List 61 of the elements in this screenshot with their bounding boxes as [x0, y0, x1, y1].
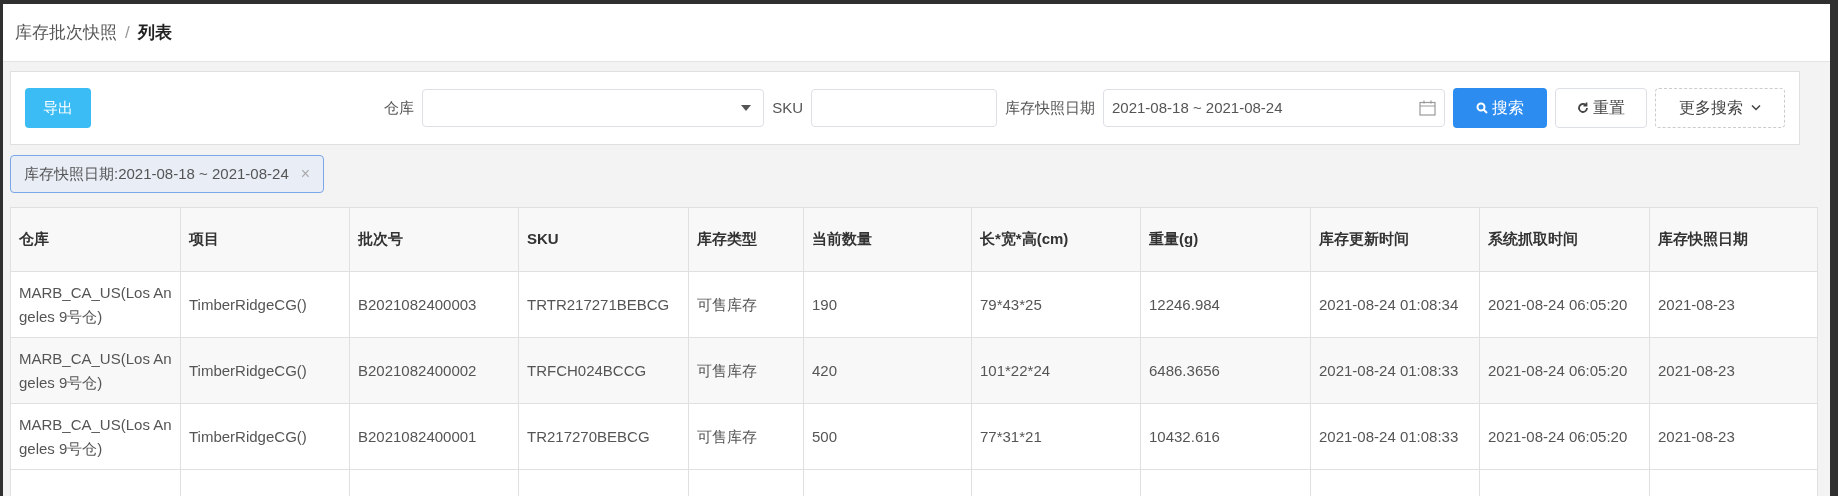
table-cell: 2021-08-24 01:08:33 — [1310, 403, 1480, 470]
filter-label: SKU — [772, 97, 803, 118]
table-cell: 77*31*21 — [971, 403, 1141, 470]
reset-button[interactable]: 重置 — [1555, 88, 1647, 128]
table-cell: TimberRidgeCG() — [180, 337, 350, 404]
filter-tag-label: 库存快照日期:2021-08-18 ~ 2021-08-24 — [24, 163, 289, 184]
column-header: 库存更新时间 — [1310, 207, 1480, 272]
table-cell: MARB_CA_US(Los Angeles 9号仓) — [10, 403, 181, 470]
table-cell: B2021082400003 — [349, 271, 519, 338]
column-header: 长*宽*高(cm) — [971, 207, 1141, 272]
column-header: 当前数量 — [803, 207, 972, 272]
table-cell: TRTR217271BEBCG — [518, 271, 689, 338]
more-search-button[interactable]: 更多搜索 — [1655, 88, 1785, 128]
table-cell: 2021-08-24 06:05:20 — [1479, 337, 1650, 404]
table-cell: 可售库存 — [688, 271, 804, 338]
table-cell: 2021-08-24 06:05:20 — [1479, 403, 1650, 470]
table-cell: TimberRidgeCG() — [180, 271, 350, 338]
column-header: 仓库 — [10, 207, 181, 272]
filter-label: 库存快照日期 — [1005, 97, 1095, 118]
filter-label: 仓库 — [384, 97, 415, 118]
table-cell: TimberRidgeCG() — [180, 403, 350, 470]
column-header: 项目 — [180, 207, 350, 272]
table-cell: 79*43*25 — [971, 271, 1141, 338]
table-cell: 可售库存 — [688, 337, 804, 404]
table-cell: 可售库存 — [688, 403, 804, 470]
breadcrumb-link[interactable]: 库存批次快照 — [15, 19, 117, 46]
table-cell: B2021082400002 — [349, 337, 519, 404]
refresh-icon — [1577, 102, 1589, 114]
table-cell: 2021-08-23 — [1649, 403, 1818, 470]
table-cell: 2021-08-23 — [1649, 271, 1818, 338]
table-cell: 12246.984 — [1140, 271, 1311, 338]
table-cell: 2021-08-24 01:08:33 — [1310, 337, 1480, 404]
table-cell: 101*22*24 — [971, 337, 1141, 404]
sku-input-field[interactable] — [811, 89, 997, 127]
table-cell: B2021082400001 — [349, 403, 519, 470]
table-cell: 2021-08-24 01:08:34 — [1310, 271, 1480, 338]
table-cell: 6486.3656 — [1140, 337, 1311, 404]
table-cell: TR217270BEBCG — [518, 403, 689, 470]
column-header: SKU — [518, 207, 689, 272]
column-header: 重量(g) — [1140, 207, 1311, 272]
table-cell: 2021-08-23 — [1649, 337, 1818, 404]
table-cell: MARB_CA_US(Los Angeles 9号仓) — [10, 271, 181, 338]
table-cell: 500 — [803, 403, 972, 470]
table-cell: MARB_CA_US(Los Angeles 9号仓) — [10, 337, 181, 404]
breadcrumb-separator: / — [125, 21, 130, 44]
table-cell: 190 — [803, 271, 972, 338]
warehouse-select[interactable] — [422, 89, 765, 127]
table-cell: 2021-08-24 06:05:20 — [1479, 271, 1650, 338]
search-icon — [1476, 102, 1488, 114]
column-header: 库存快照日期 — [1649, 207, 1818, 272]
calendar-icon — [1419, 100, 1436, 116]
column-header: 库存类型 — [688, 207, 804, 272]
table-cell: 420 — [803, 337, 972, 404]
table-cell: 10432.616 — [1140, 403, 1311, 470]
breadcrumb-current: 列表 — [137, 21, 172, 44]
column-header: 系统抓取时间 — [1479, 207, 1650, 272]
chevron-down-icon — [1751, 105, 1761, 111]
caret-icon — [741, 105, 752, 111]
column-header: 批次号 — [349, 207, 519, 272]
table-cell: TRFCH024BCCG — [518, 337, 689, 404]
date-range-field[interactable]: 2021-08-18 ~ 2021-08-24 — [1103, 89, 1445, 127]
